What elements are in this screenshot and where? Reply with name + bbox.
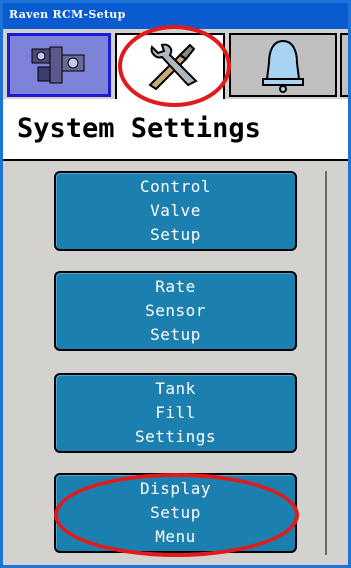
tank-fill-settings-button[interactable]: Tank Fill Settings [54,373,297,453]
page-heading: System Settings [3,99,348,161]
wrench-screwdriver-icon [140,39,200,95]
button-label-line: Sensor [145,301,206,320]
button-label-line: Menu [155,527,196,546]
button-label-line: Settings [134,427,217,446]
app-window: Raven RCM-Setup System Settings Control … [0,0,351,568]
button-label-line: Setup [150,325,201,344]
button-label-line: Tank [155,379,196,398]
panel-divider [325,171,327,555]
button-label-line: Display [140,479,211,498]
button-label-line: Rate [155,277,196,296]
rate-sensor-setup-button[interactable]: Rate Sensor Setup [54,271,297,351]
tab-more[interactable] [340,33,348,97]
control-valve-setup-button[interactable]: Control Valve Setup [54,171,297,251]
button-label-line: Setup [150,225,201,244]
button-label-line: Fill [155,403,196,422]
gears-settings-icon [24,41,94,89]
bell-icon [259,37,307,93]
button-label-line: Control [140,177,211,196]
tab-strip [3,29,348,99]
title-bar: Raven RCM-Setup [3,3,348,29]
tab-home[interactable] [7,33,111,97]
button-label-line: Setup [150,503,201,522]
tab-alarms[interactable] [229,33,337,97]
tab-tools[interactable] [115,33,225,99]
page-title: System Settings [17,113,261,144]
display-setup-menu-button[interactable]: Display Setup Menu [54,473,297,553]
window-title: Raven RCM-Setup [9,8,126,21]
button-label-line: Valve [150,201,201,220]
